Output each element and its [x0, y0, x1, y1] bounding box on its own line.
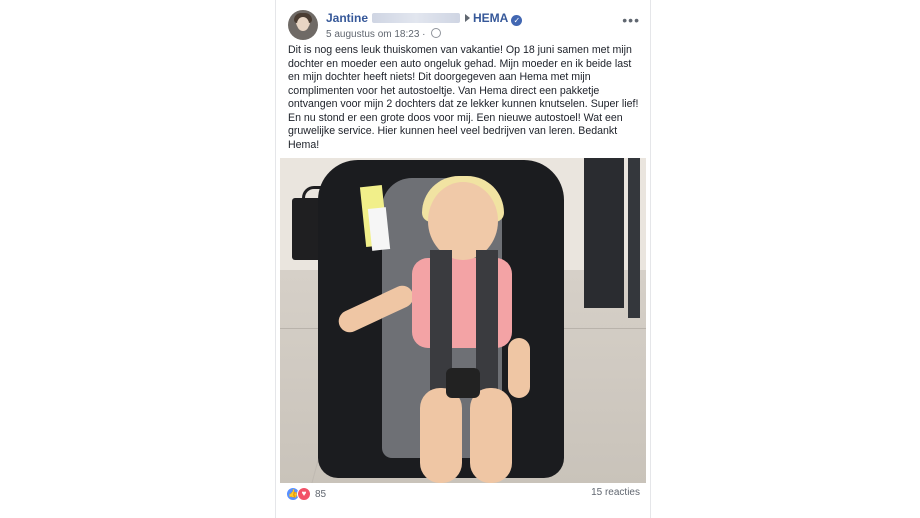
reactions-count: 85 [315, 488, 327, 500]
post-footer: 👍 ♥ 85 15 reacties [286, 487, 640, 505]
photo-child-leg [420, 388, 462, 483]
post-header: Jantine HEMA ✓ 5 augustus om 18:23 · ••• [288, 10, 640, 42]
reactions-summary[interactable]: 👍 ♥ 85 [286, 487, 326, 501]
more-options-icon[interactable]: ••• [622, 12, 640, 28]
globe-icon [431, 28, 442, 38]
post-text: Dit is nog eens leuk thuiskomen van vaka… [288, 44, 639, 151]
post-author-line: Jantine HEMA ✓ [326, 11, 523, 26]
verified-check-icon: ✓ [511, 15, 523, 26]
photo-child-leg [470, 388, 512, 483]
facebook-post: Jantine HEMA ✓ 5 augustus om 18:23 · ••• D… [275, 0, 651, 518]
post-meta: 5 augustus om 18:23 · [326, 28, 442, 40]
author-name[interactable]: Jantine [326, 11, 368, 25]
avatar-face [297, 17, 309, 31]
photo-child-face [428, 182, 498, 260]
arrow-right-icon [465, 14, 471, 22]
page-name[interactable]: HEMA [473, 11, 508, 25]
post-photo[interactable] [280, 158, 646, 483]
post-timestamp[interactable]: 5 augustus om 18:23 [326, 29, 419, 40]
love-reaction-icon: ♥ [297, 487, 311, 501]
author-avatar[interactable] [288, 10, 318, 40]
photo-harness-buckle [446, 368, 480, 398]
photo-chair [584, 158, 624, 308]
comments-count-link[interactable]: 15 reacties [591, 487, 640, 498]
photo-chair-leg [628, 158, 640, 318]
photo-child-arm [508, 338, 530, 398]
photo-harness-strap [476, 250, 498, 390]
redacted-surname [372, 13, 461, 23]
